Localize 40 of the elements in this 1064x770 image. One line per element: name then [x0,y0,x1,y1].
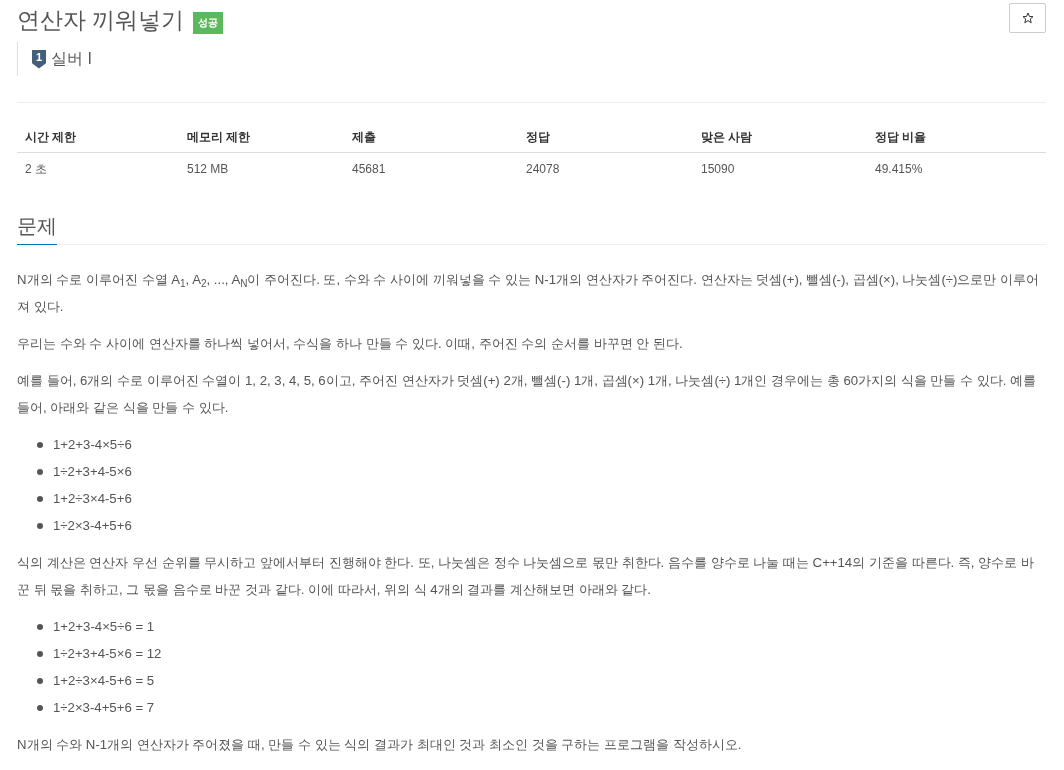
table-cell: 45681 [344,152,518,185]
problem-paragraph: N개의 수와 N-1개의 연산자가 주어졌을 때, 만들 수 있는 식의 결과가 최대인 것과 최소인 것을 구하는 프로그램을 작성하시오. [17,736,743,754]
expression-text: 1+2÷3×4-5+6 [53,490,132,508]
table-header: 정답 [518,122,693,153]
tier-shield: 1 [32,49,46,69]
table-cell: 24078 [518,152,693,185]
table-cell: 512 MB [179,152,344,185]
bullet-icon [37,441,43,448]
result-badge: 성공 [193,12,224,34]
bullet-icon [37,495,43,502]
bullet-icon [37,468,43,475]
expression-text: 1+2+3-4×5÷6 = 1 [53,618,155,636]
table-cell: 2 초 [17,152,179,185]
bullet-icon [37,522,43,529]
expression-text: 1÷2+3+4-5×6 = 12 [53,645,162,663]
table-header: 메모리 제한 [179,122,344,153]
bullet-icon [37,623,43,630]
expression-text: 1÷2×3-4+5+6 [53,517,132,535]
expression-text: 1+2+3-4×5÷6 [53,436,132,454]
bullet-icon [37,704,43,711]
problem-paragraph: N개의 수로 이루어진 수열 A$_{1}$, A$_{2}$, ..., A$_{N}$이 주어진다. 또, 수와 수 사이에 끼워넣을 수 있는 N-1개의 연산자가 주어진다. 연산자는 덧셈(+), 뺄셈(-), 곱셈(×), 나눗셈(÷)으로만 이루어져 있다. [17,271,1041,316]
table-header: 맞은 사람 [693,122,867,153]
problem-paragraph: 식의 계산은 연산자 우선 순위를 무시하고 앞에서부터 진행해야 한다. 또, 나눗셈은 정수 나눗셈으로 몫만 취한다. 음수를 양수로 나눌 때는 C++14의 기준을 따른다. 즉, 양수로 바꾼 뒤 몫을 취하고, 그 몫을 음수로 바꾼 것과 같다. 이에 따라서, 위의 식 4개의 결과를 계산해보면 아래와 같다. [17,554,1035,599]
star-button[interactable] [1009,3,1046,33]
expression-text: 1÷2×3-4+5+6 = 7 [53,699,155,717]
table-cell: 15090 [693,152,867,185]
problem-title: 연산자 끼워넣기 [17,6,185,34]
section-heading: 문제 [17,212,57,245]
bullet-icon [37,677,43,684]
bullet-icon [37,650,43,657]
table-header: 제출 [344,122,518,153]
expression-text: 1+2÷3×4-5+6 = 5 [53,672,155,690]
table-header: 시간 제한 [17,122,179,153]
star-icon [1021,12,1034,24]
problem-paragraph: 우리는 수와 수 사이에 연산자를 하나씩 넣어서, 수식을 하나 만들 수 있다. 이때, 주어진 수의 순서를 바꾸면 안 된다. [17,335,684,353]
expression-text: 1÷2+3+4-5×6 [53,463,132,481]
table-header: 정답 비율 [867,122,1046,153]
tier-label[interactable]: 실버 I [51,48,92,70]
problem-paragraph: 예를 들어, 6개의 수로 이루어진 수열이 1, 2, 3, 4, 5, 6이고, 주어진 연산자가 덧셈(+) 2개, 뺄셈(-) 1개, 곱셈(×) 1개, 나눗셈(÷) 1개인 경우에는 총 60가지의 식을 만들 수 있다. 예를 들어, 아래와 같은 식을 만들 수 있다. [17,372,1038,417]
table-cell: 49.415% [867,152,1046,185]
